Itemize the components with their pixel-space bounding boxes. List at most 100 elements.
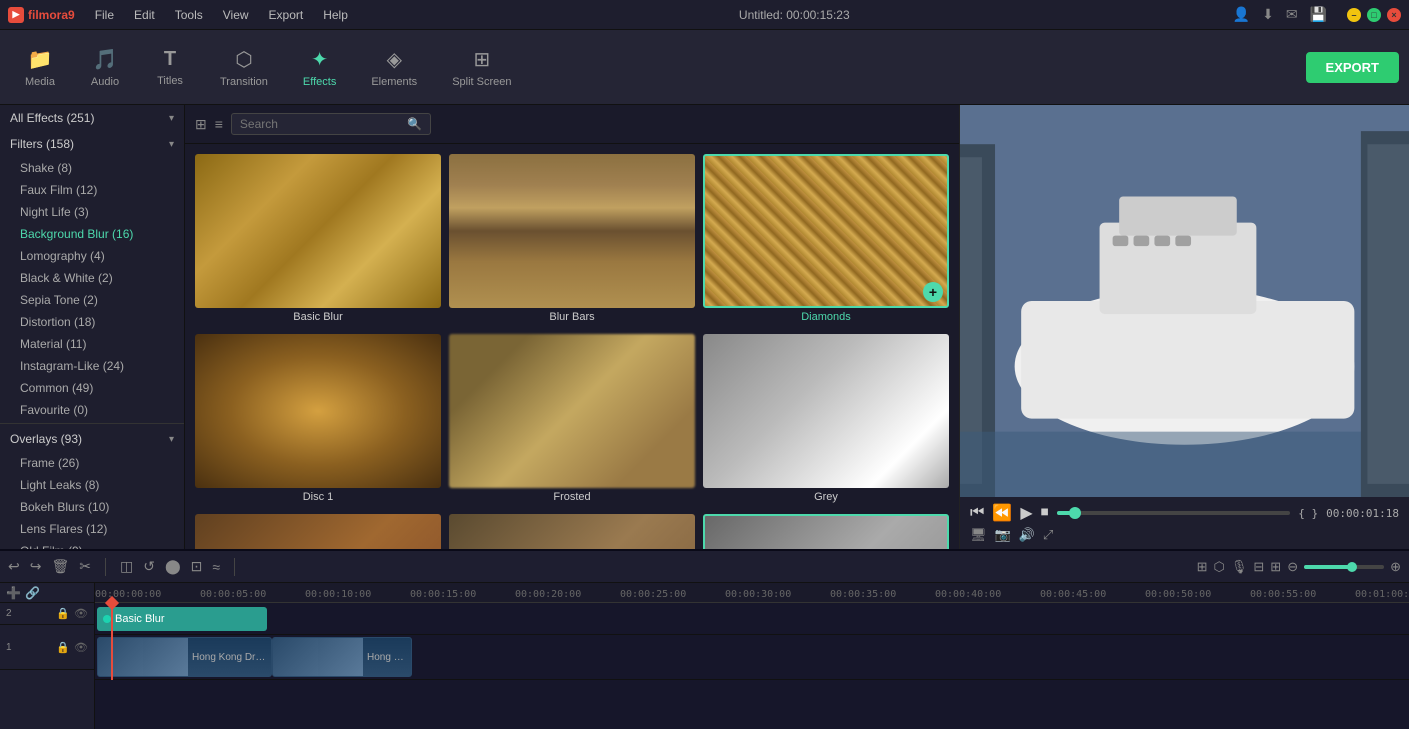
add-diamonds-icon[interactable]: +	[923, 282, 943, 302]
volume-icon[interactable]: 🔊	[1019, 527, 1035, 543]
mask-icon[interactable]: ⬡	[1214, 559, 1225, 575]
effect-blur-bars[interactable]: Blur Bars	[449, 154, 695, 326]
all-effects-header[interactable]: All Effects (251) ▾	[0, 105, 184, 131]
track-2-lock-icon[interactable]: 🔒	[56, 607, 70, 620]
list-view-icon[interactable]: ≡	[215, 116, 223, 132]
toolbar-elements[interactable]: ◈ Elements	[356, 42, 432, 93]
speed-button[interactable]: ↺	[143, 558, 155, 575]
effect-diamonds-label: Diamonds	[703, 308, 949, 326]
stop-button[interactable]: ⏹	[1041, 504, 1049, 522]
effect-frosted[interactable]: Frosted	[449, 334, 695, 506]
timeline-tracks[interactable]: 00:00:00:00 00:00:05:00 00:00:10:00 00:0…	[95, 583, 1409, 729]
cut-button[interactable]: ✂	[79, 558, 91, 575]
filter-background-blur[interactable]: Background Blur (16)	[0, 223, 184, 245]
filter-shake[interactable]: Shake (8)	[0, 157, 184, 179]
menu-view[interactable]: View	[215, 6, 257, 24]
video-clip-1[interactable]: Hong Kong Drone5 Clip	[97, 637, 272, 677]
effect-clip-basic-blur[interactable]: Basic Blur	[97, 607, 267, 631]
save-icon[interactable]: 💾	[1310, 6, 1327, 23]
camera-icon[interactable]: 📷	[995, 527, 1011, 543]
filter-distortion[interactable]: Distortion (18)	[0, 311, 184, 333]
split-button[interactable]: ◫	[120, 558, 133, 575]
toolbar-effects[interactable]: ✦ Effects	[288, 42, 351, 93]
filter-night-life[interactable]: Night Life (3)	[0, 201, 184, 223]
go-to-start-button[interactable]: ⏮	[970, 504, 984, 522]
close-button[interactable]: ×	[1387, 8, 1401, 22]
playback-bar: ⏮ ⏪ ▶ ⏹ { } 00:00:01:18	[970, 503, 1399, 523]
menu-help[interactable]: Help	[315, 6, 356, 24]
effect-basic-blur[interactable]: Basic Blur	[195, 154, 441, 326]
user-icon[interactable]: 👤	[1233, 6, 1250, 23]
toolbar-audio[interactable]: 🎵 Audio	[75, 42, 135, 93]
delete-button[interactable]: 🗑	[51, 558, 69, 575]
video-clip-2[interactable]: Hong Kong Drone5	[272, 637, 412, 677]
effect-row3-1[interactable]	[195, 514, 441, 550]
link-icon[interactable]: 🔗	[25, 586, 40, 600]
pip-icon[interactable]: ⊟	[1253, 559, 1264, 575]
minimize-button[interactable]: –	[1347, 8, 1361, 22]
track-1-lock-icon[interactable]: 🔒	[56, 641, 70, 654]
filters-header[interactable]: Filters (158) ▾	[0, 131, 184, 157]
overlays-header[interactable]: Overlays (93) ▾	[0, 426, 184, 452]
toolbar-transition[interactable]: ⬡ Transition	[205, 42, 283, 93]
splitscreen-label: Split Screen	[452, 76, 511, 88]
overlay-old-film[interactable]: Old Film (9)	[0, 540, 184, 549]
effect-diamonds[interactable]: + Diamonds	[703, 154, 949, 326]
overlay-frame[interactable]: Frame (26)	[0, 452, 184, 474]
toolbar-splitscreen[interactable]: ⊞ Split Screen	[437, 42, 526, 93]
play-button[interactable]: ▶	[1020, 503, 1032, 523]
filters-chevron: ▾	[169, 139, 174, 150]
effect-row3-3[interactable]: +	[703, 514, 949, 550]
tracks-body: Basic Blur Hong Kong Drone5 Clip Hong Ko…	[95, 603, 1409, 680]
mail-icon[interactable]: ✉	[1286, 6, 1298, 23]
play-back-button[interactable]: ⏪	[992, 503, 1012, 523]
mosaic-icon[interactable]: ⊞	[1197, 559, 1208, 575]
track-1-eye-icon[interactable]: 👁	[74, 641, 88, 654]
menu-export[interactable]: Export	[261, 6, 312, 24]
undo-button[interactable]: ↩	[8, 558, 20, 575]
overlay-lens-flares[interactable]: Lens Flares (12)	[0, 518, 184, 540]
track-row-effect: Basic Blur	[95, 603, 1409, 635]
filter-favourite[interactable]: Favourite (0)	[0, 399, 184, 421]
search-input[interactable]	[240, 117, 407, 131]
grid-view-icon[interactable]: ⊞	[195, 116, 207, 133]
zoom-in-icon[interactable]: ⊕	[1390, 559, 1401, 575]
filter-black-white[interactable]: Black & White (2)	[0, 267, 184, 289]
crop-button[interactable]: ⊡	[191, 558, 203, 575]
filter-sepia-tone[interactable]: Sepia Tone (2)	[0, 289, 184, 311]
effect-row3-2[interactable]	[449, 514, 695, 550]
color-button[interactable]: ⬤	[165, 558, 181, 575]
progress-track[interactable]	[1057, 511, 1291, 515]
monitor-icon[interactable]: 🖥	[970, 527, 987, 543]
zoom-out-icon[interactable]: ⊖	[1287, 559, 1298, 575]
filter-instagram-like[interactable]: Instagram-Like (24)	[0, 355, 184, 377]
overlay-bokeh-blurs[interactable]: Bokeh Blurs (10)	[0, 496, 184, 518]
add-track-button[interactable]: ➕	[6, 586, 21, 600]
split-view-icon[interactable]: ⊞	[1270, 559, 1281, 575]
menu-edit[interactable]: Edit	[126, 6, 163, 24]
track-2-eye-icon[interactable]: 👁	[74, 607, 88, 620]
filter-faux-film[interactable]: Faux Film (12)	[0, 179, 184, 201]
audio-adjust-button[interactable]: ≈	[212, 559, 220, 575]
ruler-mark-10: 00:00:10:00	[305, 589, 371, 600]
transition-icon: ⬡	[235, 47, 252, 72]
export-button[interactable]: EXPORT	[1306, 52, 1399, 83]
effect-grey[interactable]: Grey	[703, 334, 949, 506]
toolbar-titles[interactable]: T Titles	[140, 43, 200, 92]
zoom-slider[interactable]	[1304, 565, 1384, 569]
video-clip-2-thumb2	[318, 638, 363, 676]
playhead[interactable]	[111, 603, 113, 680]
overlay-light-leaks[interactable]: Light Leaks (8)	[0, 474, 184, 496]
filter-lomography[interactable]: Lomography (4)	[0, 245, 184, 267]
fullscreen-icon[interactable]: ⤢	[1043, 527, 1053, 543]
redo-button[interactable]: ↪	[30, 558, 42, 575]
record-icon[interactable]: 🎙	[1231, 559, 1248, 575]
filter-material[interactable]: Material (11)	[0, 333, 184, 355]
effect-disc1[interactable]: Disc 1	[195, 334, 441, 506]
filter-common[interactable]: Common (49)	[0, 377, 184, 399]
maximize-button[interactable]: □	[1367, 8, 1381, 22]
menu-file[interactable]: File	[87, 6, 122, 24]
toolbar-media[interactable]: 📁 Media	[10, 42, 70, 93]
menu-tools[interactable]: Tools	[167, 6, 211, 24]
download-icon[interactable]: ⬇	[1262, 6, 1274, 23]
